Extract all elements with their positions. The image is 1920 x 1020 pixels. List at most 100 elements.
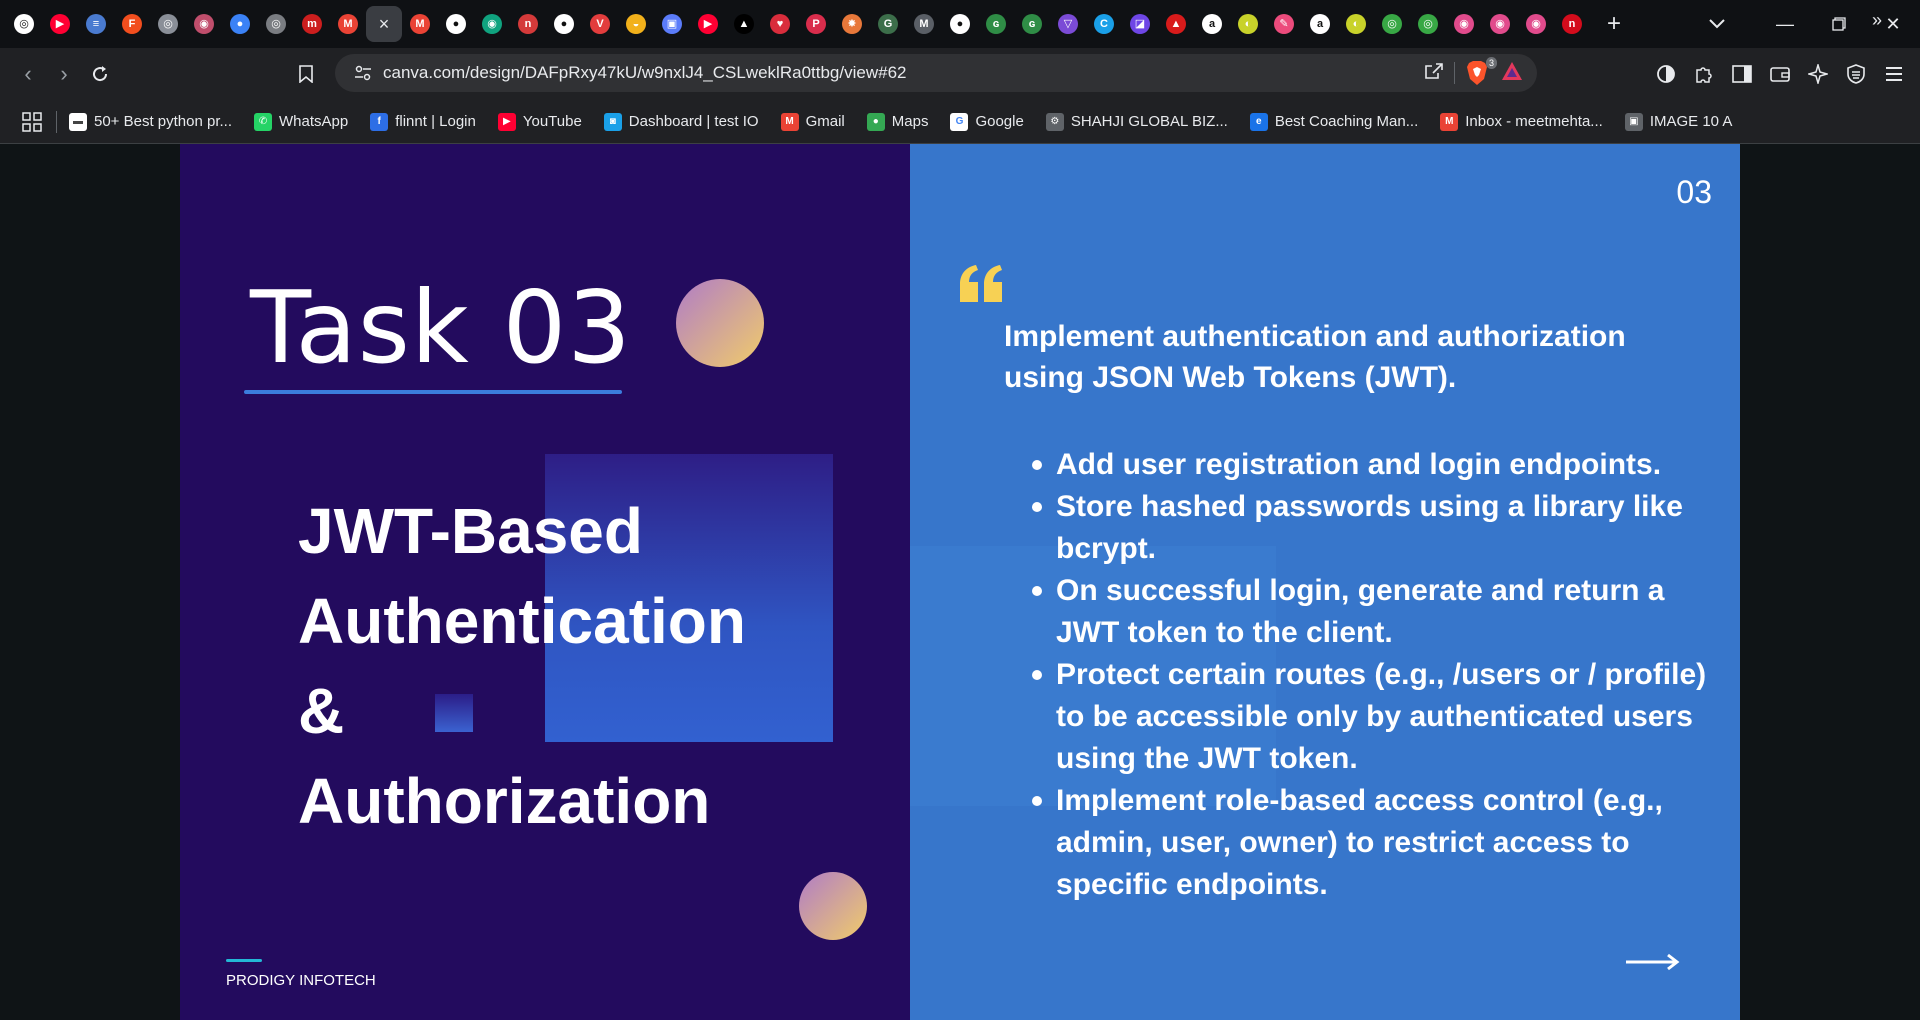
tab-site-20[interactable]: ▲ (1158, 6, 1194, 42)
tab-github-1[interactable]: ● (438, 6, 474, 42)
tab-site-2[interactable]: ◎ (150, 6, 186, 42)
bookmark-item[interactable]: ▣ IMAGE 10 A (1624, 112, 1732, 131)
tab-site-19[interactable]: ◪ (1122, 6, 1158, 42)
tab-youtube-2[interactable]: ▶ (690, 6, 726, 42)
shield-icon[interactable] (1838, 56, 1874, 92)
leo-ai-icon[interactable] (1800, 56, 1836, 92)
back-button[interactable]: ‹ (10, 56, 46, 92)
tab-gmail-1[interactable]: M (330, 6, 366, 42)
reload-icon[interactable] (82, 56, 118, 92)
bookmark-item[interactable]: M Inbox - meetmehta... (1440, 112, 1603, 131)
tab-site-18[interactable]: ▽ (1050, 6, 1086, 42)
tab-favicon-icon: n (1562, 14, 1582, 34)
tab-gfg-1[interactable]: ɢ (978, 6, 1014, 42)
tab-youtube[interactable]: ▶ (42, 6, 78, 42)
tab-site-1[interactable]: ≡ (78, 6, 114, 42)
tab-site-28[interactable]: ◉ (1518, 6, 1554, 42)
vpn-icon[interactable] (1648, 56, 1684, 92)
bookmark-favicon-icon: M (780, 112, 799, 131)
tab-favicon-icon: G (878, 14, 898, 34)
tab-site-8[interactable]: n (510, 6, 546, 42)
address-bar[interactable]: canva.com/design/DAFpRxy47kU/w9nxlJ4_CSL… (335, 54, 1537, 92)
extensions-icon[interactable] (1686, 56, 1722, 92)
tab-chatgpt[interactable]: ◎ (6, 6, 42, 42)
new-tab-button[interactable]: + (1596, 6, 1632, 42)
toolbar-actions (1648, 56, 1912, 92)
site-info-icon[interactable] (343, 65, 383, 81)
slide-left-panel: Task 03 JWT-Based Authentication & Autho… (180, 144, 910, 1020)
window-controls: — ✕ (1758, 0, 1920, 48)
tab-site-27[interactable]: ◉ (1482, 6, 1518, 42)
bookmark-item[interactable]: ⚙ SHAHJI GLOBAL BIZ... (1045, 112, 1228, 131)
tab-favicon-icon: ✸ (842, 14, 862, 34)
bookmark-item[interactable]: ▬ 50+ Best python pr... (69, 112, 232, 131)
heading-line: & (298, 675, 345, 747)
tab-site-16[interactable]: G (870, 6, 906, 42)
apps-grid-icon[interactable] (18, 111, 46, 132)
tab-site-23[interactable]: ◐ (1338, 6, 1374, 42)
tab-site-25[interactable]: ◎ (1410, 6, 1446, 42)
tab-site-7[interactable]: ◉ (474, 6, 510, 42)
tab-site-5[interactable]: ◎ (258, 6, 294, 42)
tab-site-17[interactable]: M (906, 6, 942, 42)
bookmark-favicon-icon: f (370, 112, 389, 131)
browser-toolbar: ‹ › canva.com/design/DAFpRxy47kU/w9nxlJ4… (0, 48, 1920, 100)
minimize-button[interactable]: — (1758, 0, 1812, 48)
tab-canva[interactable]: C (1086, 6, 1122, 42)
bookmark-label: Gmail (805, 113, 845, 130)
bookmark-item[interactable]: ◙ Dashboard | test IO (603, 112, 759, 131)
tab-github-2[interactable]: ● (546, 6, 582, 42)
bookmark-favicon-icon: G (950, 112, 969, 131)
tab-site-10[interactable]: ◒ (618, 6, 654, 42)
tab-favicon-icon: ◎ (266, 14, 286, 34)
tab-canva-active[interactable]: × (366, 6, 402, 42)
tab-gfg-2[interactable]: ɢ (1014, 6, 1050, 42)
tab-site-6[interactable]: m (294, 6, 330, 42)
bookmark-item[interactable]: M Gmail (780, 112, 845, 131)
tab-site-4[interactable]: ● (222, 6, 258, 42)
tab-site-24[interactable]: ◎ (1374, 6, 1410, 42)
bookmark-label: flinnt | Login (395, 113, 476, 130)
bookmark-item[interactable]: e Best Coaching Man... (1249, 112, 1418, 131)
share-icon[interactable] (1424, 62, 1444, 85)
tab-site-11[interactable]: ▣ (654, 6, 690, 42)
tab-gmail-2[interactable]: M (402, 6, 438, 42)
tab-site-15[interactable]: ✸ (834, 6, 870, 42)
url-text[interactable]: canva.com/design/DAFpRxy47kU/w9nxlJ4_CSL… (383, 63, 1424, 83)
bookmark-label: YouTube (522, 113, 582, 130)
tab-netflix[interactable]: n (1554, 6, 1590, 42)
tab-amazon-1[interactable]: a (1194, 6, 1230, 42)
brave-rewards-icon[interactable] (1501, 61, 1523, 86)
tab-search-chevron-icon[interactable] (1699, 6, 1735, 42)
decorative-circle-bottom (799, 872, 867, 940)
tab-site-26[interactable]: ◉ (1446, 6, 1482, 42)
tab-site-13[interactable]: ♥ (762, 6, 798, 42)
bookmark-item[interactable]: ✆ WhatsApp (254, 112, 348, 131)
bookmark-item[interactable]: ● Maps (866, 112, 928, 131)
tab-github-3[interactable]: ● (942, 6, 978, 42)
brave-shields-icon[interactable]: 3 (1465, 57, 1497, 86)
more-bookmarks-chevron-icon[interactable]: » (1872, 10, 1882, 31)
tab-site-14[interactable]: P (798, 6, 834, 42)
forward-button[interactable]: › (46, 56, 82, 92)
sidebar-icon[interactable] (1724, 56, 1760, 92)
tab-site-3[interactable]: ◉ (186, 6, 222, 42)
bookmark-icon[interactable] (288, 56, 324, 92)
bookmark-item[interactable]: f flinnt | Login (370, 112, 476, 131)
restore-button[interactable] (1812, 0, 1866, 48)
bookmark-item[interactable]: ▶ YouTube (497, 112, 582, 131)
wallet-icon[interactable] (1762, 56, 1798, 92)
bookmark-item[interactable]: G Google (950, 112, 1024, 131)
tab-site-12[interactable]: ▲ (726, 6, 762, 42)
bookmark-favicon-icon: ✆ (254, 112, 273, 131)
tab-favicon-icon: ◉ (194, 14, 214, 34)
next-arrow-icon[interactable] (1624, 952, 1680, 972)
tab-favicon-icon: ◎ (14, 14, 34, 34)
tab-site-21[interactable]: ◐ (1230, 6, 1266, 42)
tab-figma[interactable]: F (114, 6, 150, 42)
list-item: Implement role-based access control (e.g… (1032, 780, 1716, 906)
tab-amazon-2[interactable]: a (1302, 6, 1338, 42)
menu-icon[interactable] (1876, 56, 1912, 92)
tab-site-22[interactable]: ✎ (1266, 6, 1302, 42)
tab-site-9[interactable]: V (582, 6, 618, 42)
